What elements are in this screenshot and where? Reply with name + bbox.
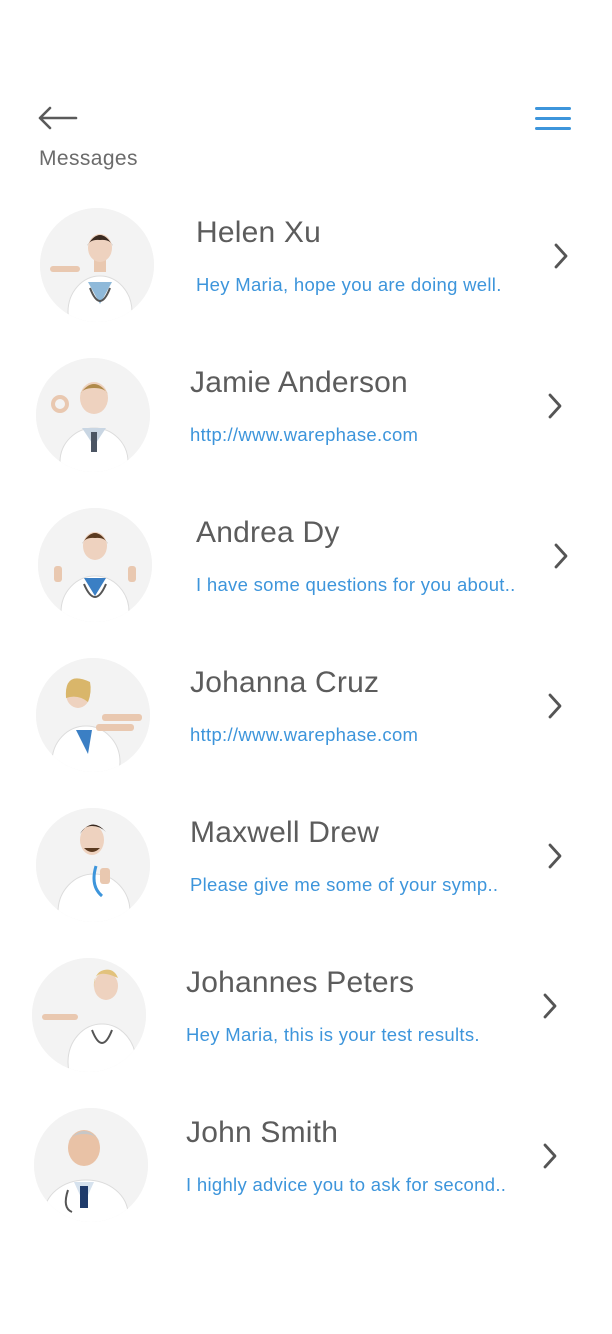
- chevron-right-icon: [540, 991, 560, 1021]
- chevron-right-icon: [545, 841, 565, 871]
- contact-name: Johanna Cruz: [190, 666, 380, 699]
- contact-name: Helen Xu: [196, 216, 322, 249]
- message-preview: I highly advice you to ask for second..: [186, 1174, 507, 1195]
- avatar: [36, 358, 150, 472]
- menu-button[interactable]: [533, 104, 575, 136]
- chevron-right-icon: [551, 241, 571, 271]
- avatar: [36, 658, 150, 772]
- message-row[interactable]: Helen Xu Hey Maria, hope you are doing w…: [0, 196, 612, 336]
- arrow-left-icon: [36, 106, 78, 135]
- message-row[interactable]: Johannes Peters Hey Maria, this is your …: [0, 946, 612, 1086]
- chevron-right-icon: [545, 391, 565, 421]
- contact-name: Andrea Dy: [196, 516, 340, 549]
- chevron-right-icon: [540, 1141, 560, 1171]
- chevron-right-icon: [551, 541, 571, 571]
- contact-name: John Smith: [186, 1116, 339, 1149]
- chevron-right-icon: [545, 691, 565, 721]
- avatar: [32, 958, 146, 1072]
- message-row[interactable]: John Smith I highly advice you to ask fo…: [0, 1096, 612, 1236]
- message-preview: Hey Maria, this is your test results.: [186, 1024, 480, 1045]
- page-title: Messages: [39, 147, 138, 170]
- contact-name: Jamie Anderson: [190, 366, 408, 399]
- avatar: [34, 1108, 148, 1222]
- message-row[interactable]: Maxwell Drew Please give me some of your…: [0, 796, 612, 936]
- message-preview: http://www.warephase.com: [190, 424, 419, 445]
- message-row[interactable]: Andrea Dy I have some questions for you …: [0, 496, 612, 636]
- message-preview: Please give me some of your symp..: [190, 874, 499, 895]
- contact-name: Johannes Peters: [186, 966, 415, 999]
- back-button[interactable]: [36, 104, 82, 136]
- avatar: [40, 208, 154, 322]
- message-preview: http://www.warephase.com: [190, 724, 419, 745]
- contact-name: Maxwell Drew: [190, 816, 380, 849]
- message-preview: I have some questions for you about..: [196, 574, 516, 595]
- message-row[interactable]: Jamie Anderson http://www.warephase.com: [0, 346, 612, 486]
- hamburger-menu-icon: [533, 107, 573, 138]
- avatar: [36, 808, 150, 922]
- message-row[interactable]: Johanna Cruz http://www.warephase.com: [0, 646, 612, 786]
- message-preview: Hey Maria, hope you are doing well.: [196, 274, 502, 295]
- avatar: [38, 508, 152, 622]
